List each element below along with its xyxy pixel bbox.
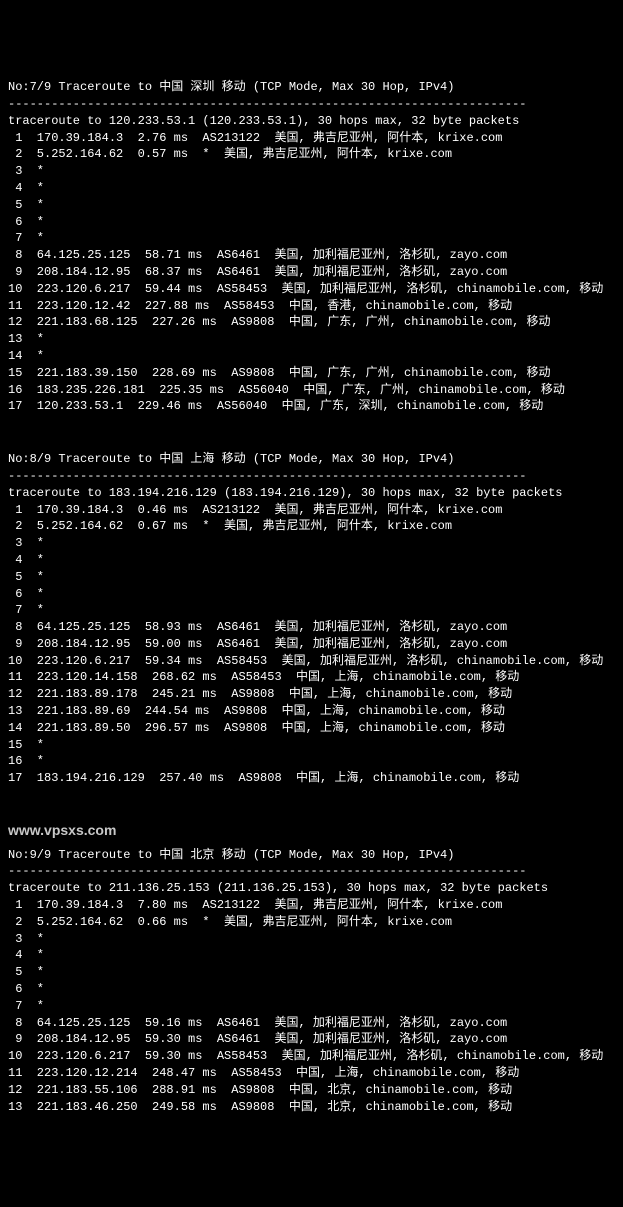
hop-line: 9 208.184.12.95 68.37 ms AS6461 美国, 加利福尼… bbox=[8, 264, 615, 281]
hop-line: 12 221.183.55.106 288.91 ms AS9808 中国, 北… bbox=[8, 1082, 615, 1099]
hop-line: 1 170.39.184.3 2.76 ms AS213122 美国, 弗吉尼亚… bbox=[8, 130, 615, 147]
hop-line: 4 * bbox=[8, 947, 615, 964]
hop-line: 5 * bbox=[8, 964, 615, 981]
hop-line: 6 * bbox=[8, 214, 615, 231]
blank-line bbox=[8, 415, 615, 431]
hop-line: 4 * bbox=[8, 180, 615, 197]
hop-line: 1 170.39.184.3 0.46 ms AS213122 美国, 弗吉尼亚… bbox=[8, 502, 615, 519]
hop-line: 8 64.125.25.125 58.71 ms AS6461 美国, 加利福尼… bbox=[8, 247, 615, 264]
hop-line: 16 183.235.226.181 225.35 ms AS56040 中国,… bbox=[8, 382, 615, 399]
hop-line: 17 183.194.216.129 257.40 ms AS9808 中国, … bbox=[8, 770, 615, 787]
blank-line bbox=[8, 803, 615, 819]
terminal-output: No:7/9 Traceroute to 中国 深圳 移动 (TCP Mode,… bbox=[8, 79, 615, 1115]
hop-line: 11 223.120.12.42 227.88 ms AS58453 中国, 香… bbox=[8, 298, 615, 315]
hop-line: 4 * bbox=[8, 552, 615, 569]
blank-line bbox=[8, 431, 615, 447]
hop-line: 15 221.183.39.150 228.69 ms AS9808 中国, 广… bbox=[8, 365, 615, 382]
hop-line: 14 * bbox=[8, 348, 615, 365]
trace-header: No:7/9 Traceroute to 中国 深圳 移动 (TCP Mode,… bbox=[8, 79, 615, 96]
hop-line: 13 221.183.89.69 244.54 ms AS9808 中国, 上海… bbox=[8, 703, 615, 720]
hop-line: 10 223.120.6.217 59.30 ms AS58453 美国, 加利… bbox=[8, 1048, 615, 1065]
hop-line: 10 223.120.6.217 59.34 ms AS58453 美国, 加利… bbox=[8, 653, 615, 670]
hop-line: 2 5.252.164.62 0.67 ms * 美国, 弗吉尼亚州, 阿什本,… bbox=[8, 518, 615, 535]
hop-line: 2 5.252.164.62 0.57 ms * 美国, 弗吉尼亚州, 阿什本,… bbox=[8, 146, 615, 163]
hop-line: 9 208.184.12.95 59.30 ms AS6461 美国, 加利福尼… bbox=[8, 1031, 615, 1048]
hop-line: 7 * bbox=[8, 230, 615, 247]
hop-line: 5 * bbox=[8, 569, 615, 586]
hop-line: 10 223.120.6.217 59.44 ms AS58453 美国, 加利… bbox=[8, 281, 615, 298]
trace-summary: traceroute to 211.136.25.153 (211.136.25… bbox=[8, 880, 615, 897]
trace-summary: traceroute to 120.233.53.1 (120.233.53.1… bbox=[8, 113, 615, 130]
hop-line: 6 * bbox=[8, 586, 615, 603]
watermark: www.vpsxs.com bbox=[8, 819, 615, 843]
hop-line: 7 * bbox=[8, 602, 615, 619]
hop-line: 17 120.233.53.1 229.46 ms AS56040 中国, 广东… bbox=[8, 398, 615, 415]
trace-summary: traceroute to 183.194.216.129 (183.194.2… bbox=[8, 485, 615, 502]
hop-line: 12 221.183.68.125 227.26 ms AS9808 中国, 广… bbox=[8, 314, 615, 331]
hop-line: 8 64.125.25.125 59.16 ms AS6461 美国, 加利福尼… bbox=[8, 1015, 615, 1032]
hop-line: 5 * bbox=[8, 197, 615, 214]
hop-line: 11 223.120.12.214 248.47 ms AS58453 中国, … bbox=[8, 1065, 615, 1082]
hop-line: 3 * bbox=[8, 535, 615, 552]
hop-line: 13 221.183.46.250 249.58 ms AS9808 中国, 北… bbox=[8, 1099, 615, 1116]
hop-line: 6 * bbox=[8, 981, 615, 998]
divider: ----------------------------------------… bbox=[8, 863, 615, 880]
hop-line: 12 221.183.89.178 245.21 ms AS9808 中国, 上… bbox=[8, 686, 615, 703]
hop-line: 3 * bbox=[8, 163, 615, 180]
hop-line: 8 64.125.25.125 58.93 ms AS6461 美国, 加利福尼… bbox=[8, 619, 615, 636]
hop-line: 14 221.183.89.50 296.57 ms AS9808 中国, 上海… bbox=[8, 720, 615, 737]
blank-line bbox=[8, 787, 615, 803]
hop-line: 7 * bbox=[8, 998, 615, 1015]
hop-line: 1 170.39.184.3 7.80 ms AS213122 美国, 弗吉尼亚… bbox=[8, 897, 615, 914]
hop-line: 11 223.120.14.158 268.62 ms AS58453 中国, … bbox=[8, 669, 615, 686]
trace-header: No:9/9 Traceroute to 中国 北京 移动 (TCP Mode,… bbox=[8, 847, 615, 864]
trace-header: No:8/9 Traceroute to 中国 上海 移动 (TCP Mode,… bbox=[8, 451, 615, 468]
hop-line: 2 5.252.164.62 0.66 ms * 美国, 弗吉尼亚州, 阿什本,… bbox=[8, 914, 615, 931]
hop-line: 9 208.184.12.95 59.00 ms AS6461 美国, 加利福尼… bbox=[8, 636, 615, 653]
hop-line: 13 * bbox=[8, 331, 615, 348]
hop-line: 16 * bbox=[8, 753, 615, 770]
hop-line: 15 * bbox=[8, 737, 615, 754]
divider: ----------------------------------------… bbox=[8, 96, 615, 113]
divider: ----------------------------------------… bbox=[8, 468, 615, 485]
hop-line: 3 * bbox=[8, 931, 615, 948]
